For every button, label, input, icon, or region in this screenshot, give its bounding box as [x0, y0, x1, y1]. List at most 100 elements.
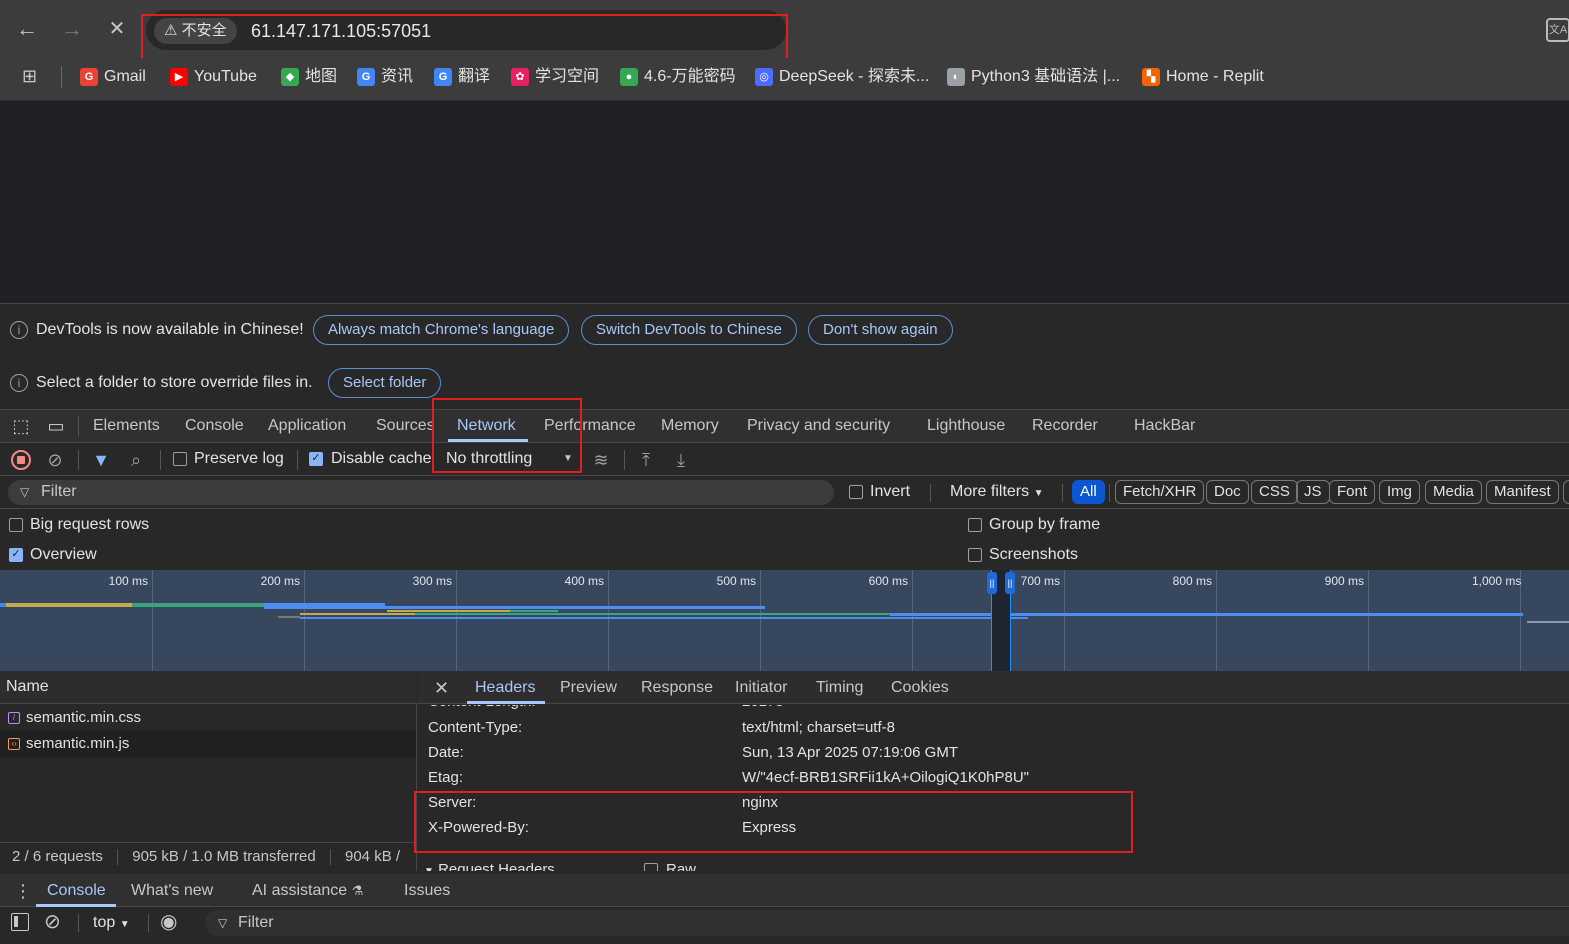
switch-to-chinese-button[interactable]: Switch DevTools to Chinese [581, 315, 797, 345]
override-banner: i Select a folder to store override file… [10, 368, 313, 398]
tab-timing[interactable]: Timing [816, 677, 863, 699]
timeline-gridline [304, 570, 305, 671]
back-icon[interactable]: ← [12, 14, 42, 44]
group-by-frame-checkbox[interactable] [968, 518, 982, 532]
drawer-tab-console[interactable]: Console [47, 880, 106, 902]
invert-checkbox[interactable] [849, 485, 863, 499]
drawer-tab-whats-new[interactable]: What's new [131, 880, 213, 902]
type-filter-overflow[interactable] [1563, 480, 1569, 504]
raw-checkbox[interactable] [644, 863, 658, 871]
type-filter-js[interactable]: JS [1296, 480, 1330, 504]
tab-headers[interactable]: Headers [475, 677, 535, 699]
type-filter-fetch-xhr[interactable]: Fetch/XHR [1115, 480, 1205, 504]
big-request-rows-checkbox[interactable] [9, 518, 23, 532]
tab-privacy-security[interactable]: Privacy and security [747, 409, 890, 443]
timeline-bar [415, 613, 890, 615]
screenshots-checkbox[interactable] [968, 548, 982, 562]
search-icon[interactable]: ⌕ [123, 447, 149, 473]
apps-grid-icon[interactable]: ⊞ [22, 66, 42, 86]
timeline-gridline [152, 570, 153, 671]
tab-memory[interactable]: Memory [661, 409, 719, 443]
live-expression-eye-icon[interactable]: ◉ [160, 910, 177, 934]
record-stop-icon[interactable] [11, 450, 31, 470]
filter-funnel-icon[interactable]: ▼ [88, 447, 114, 473]
clear-icon[interactable]: ⊘ [42, 447, 68, 473]
bookmark-item[interactable]: G Gmail [80, 66, 146, 88]
bookmark-item[interactable]: G 资讯 [357, 66, 413, 88]
selection-handle-left[interactable]: || [987, 572, 997, 594]
bookmark-item[interactable]: ● 4.6-万能密码 [620, 66, 736, 88]
close-icon[interactable]: ✕ [434, 677, 449, 699]
type-filter-img[interactable]: Img [1379, 480, 1421, 504]
bookmark-item[interactable]: ▶ YouTube [170, 66, 257, 88]
type-filter-manifest[interactable]: Manifest [1486, 480, 1559, 504]
preserve-log-checkbox[interactable] [173, 452, 187, 466]
request-row[interactable]: ‹› semantic.min.js [0, 731, 416, 757]
request-headers-section[interactable]: ▼ Request Headers [424, 860, 555, 871]
bookmark-item[interactable]: ◐ Python3 基础语法 |... [947, 66, 1120, 88]
context-select[interactable]: top ▼ [93, 913, 130, 935]
export-har-icon[interactable]: ⤓ [668, 447, 694, 473]
info-icon: i [10, 374, 28, 392]
bookmark-item[interactable]: ▚ Home - Replit [1142, 66, 1264, 88]
drawer-tab-issues[interactable]: Issues [404, 880, 450, 902]
clear-console-icon[interactable]: ⊘ [44, 910, 61, 934]
tab-console[interactable]: Console [185, 409, 244, 443]
type-filter-font[interactable]: Font [1329, 480, 1376, 504]
tab-performance[interactable]: Performance [544, 409, 636, 443]
site-info-chip[interactable]: ⚠ 不安全 [154, 18, 237, 44]
forward-icon[interactable]: → [57, 14, 87, 44]
url-text[interactable]: 61.147.171.105:57051 [251, 18, 431, 44]
js-file-icon: ‹› [8, 738, 20, 750]
filter-input[interactable] [8, 480, 834, 505]
header-key: Content-Length: [428, 705, 536, 712]
overview-timeline[interactable]: 100 ms 200 ms 300 ms 400 ms 500 ms 600 ms 700 … [0, 570, 1569, 671]
dont-show-again-button[interactable]: Don't show again [808, 315, 953, 345]
more-filters-button[interactable]: More filters ▼ [950, 482, 1043, 504]
timeline-bar [300, 617, 1028, 619]
stop-loading-icon[interactable]: ✕ [102, 14, 132, 44]
tab-hackbar[interactable]: HackBar [1134, 409, 1195, 443]
bookmark-favicon-icon: ● [620, 68, 638, 86]
address-bar[interactable] [146, 10, 786, 50]
bookmark-item[interactable]: ◆ 地图 [281, 66, 337, 88]
bookmark-item[interactable]: ✿ 学习空间 [511, 66, 599, 88]
throttling-select[interactable]: No throttling [446, 449, 532, 469]
tab-sources[interactable]: Sources [376, 409, 435, 443]
screenshots-label: Screenshots [989, 546, 1078, 563]
type-filter-doc[interactable]: Doc [1206, 480, 1249, 504]
selection-handle-right[interactable]: || [1005, 572, 1015, 594]
tab-application[interactable]: Application [268, 409, 346, 443]
more-options-icon[interactable]: ⋮ [14, 880, 32, 902]
tab-lighthouse[interactable]: Lighthouse [927, 409, 1005, 443]
header-key: Server: [428, 794, 477, 811]
select-folder-button[interactable]: Select folder [328, 368, 442, 398]
type-filter-all[interactable]: All [1072, 480, 1105, 504]
tab-response[interactable]: Response [641, 677, 713, 699]
tab-elements[interactable]: Elements [93, 409, 160, 443]
filter-icon: ▽ [218, 916, 228, 930]
name-column-header[interactable]: Name [6, 677, 49, 697]
overview-checkbox[interactable]: ✓ [9, 548, 23, 562]
type-filter-media[interactable]: Media [1425, 480, 1482, 504]
tab-recorder[interactable]: Recorder [1032, 409, 1098, 443]
drawer-tab-ai-assistance[interactable]: AI assistance ⚗ [252, 880, 363, 902]
bookmark-item[interactable]: ◎ DeepSeek - 探索未... [755, 66, 929, 88]
active-tab-indicator [448, 439, 528, 442]
type-filter-css[interactable]: CSS [1251, 480, 1298, 504]
request-row[interactable]: / semantic.min.css [0, 705, 416, 731]
network-conditions-icon[interactable]: ≋ [588, 447, 614, 473]
tab-preview[interactable]: Preview [560, 677, 617, 699]
tab-network[interactable]: Network [457, 409, 516, 443]
console-filter-input[interactable] [205, 910, 1569, 936]
tab-cookies[interactable]: Cookies [891, 677, 949, 699]
inspect-element-icon[interactable]: ⬚ [10, 415, 32, 437]
always-match-language-button[interactable]: Always match Chrome's language [313, 315, 570, 345]
import-har-icon[interactable]: ⤒ [633, 447, 659, 473]
bookmark-item[interactable]: G 翻译 [434, 66, 490, 88]
translate-icon[interactable]: 文A [1546, 18, 1569, 42]
disable-cache-checkbox[interactable]: ✓ [309, 452, 323, 466]
device-toolbar-icon[interactable]: ▭ [45, 415, 67, 437]
console-sidebar-icon[interactable] [11, 913, 29, 931]
tab-initiator[interactable]: Initiator [735, 677, 787, 699]
